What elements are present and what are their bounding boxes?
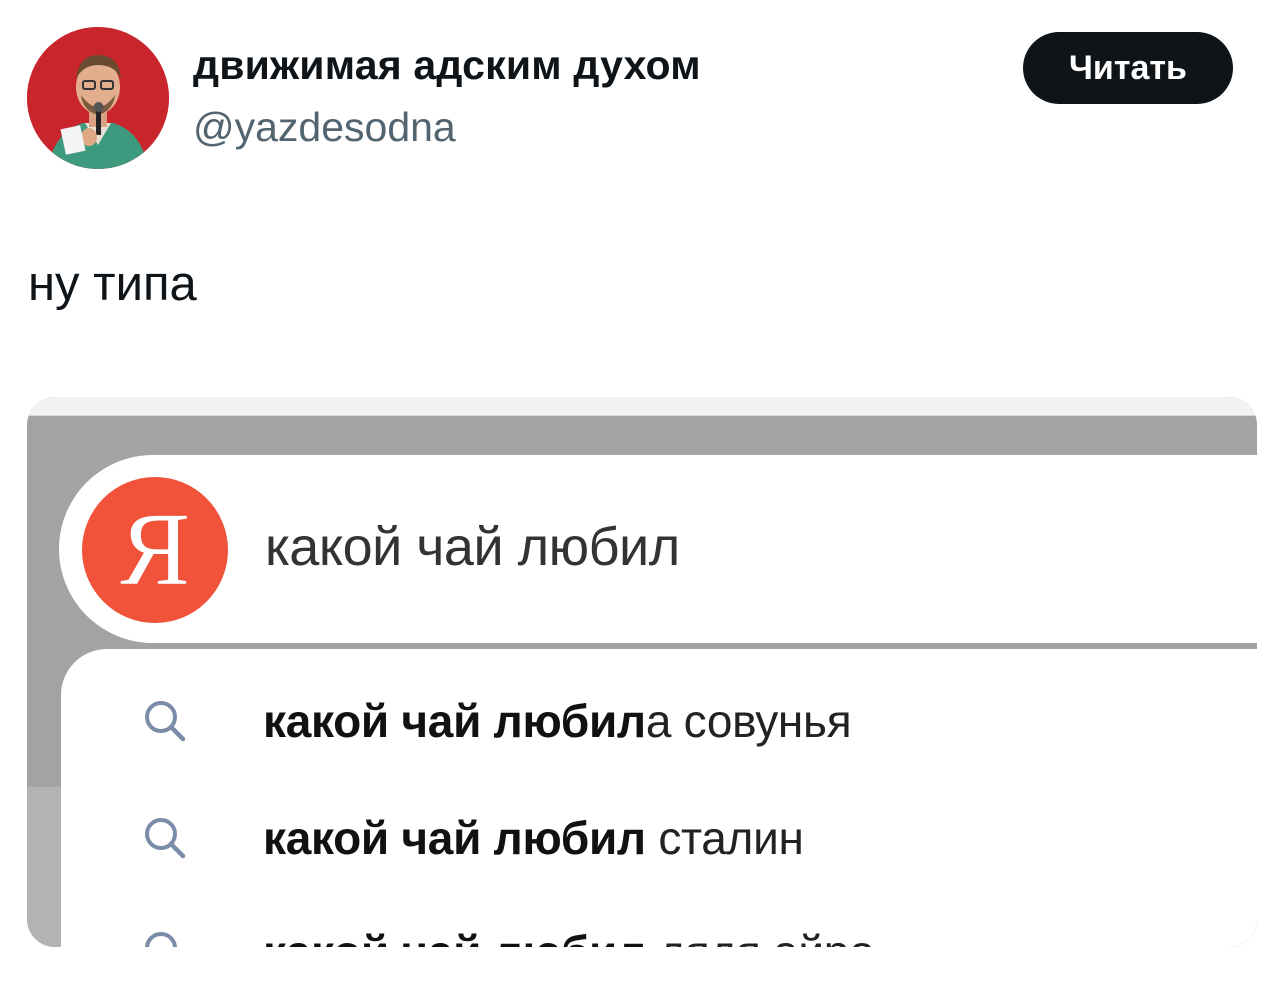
tweet-text: ну типа [28,257,197,311]
avatar[interactable] [27,27,169,169]
suggestion-text: какой чай любил сталин [263,811,804,865]
suggestion-completion: сталин [645,812,804,864]
suggestion-completion: дядя айро [646,926,874,947]
suggestion-item: какой чай любила совунья [61,676,1257,756]
yandex-logo: Я [82,477,228,623]
suggestion-item: какой чай любил сталин [61,793,1257,873]
suggestion-text: какой чай любил дядя айро [263,925,875,947]
suggestion-match: какой чай любил [263,695,646,747]
search-query: какой чай любил [265,517,680,577]
follow-button[interactable]: Читать [1023,32,1233,104]
search-icon [145,818,186,859]
suggestion-text: какой чай любила совунья [263,694,852,748]
author-display-name[interactable]: движимая адским духом [193,42,701,89]
tweet-media-image[interactable]: Я какой чай любил какой чай любила совун… [27,397,1257,947]
suggestion-completion: а совунья [645,695,852,747]
search-icon [145,932,177,947]
suggestions-dropdown: какой чай любила совунья какой чай любил… [61,649,1257,947]
suggestion-match: какой чай любил [263,812,646,864]
suggestion-item: какой чай любил дядя айро [61,907,1257,947]
image-top-strip [27,397,1257,416]
suggestion-match: какой чай любил [263,926,646,947]
search-icon [145,701,186,742]
author-handle[interactable]: @yazdesodna [193,104,456,151]
